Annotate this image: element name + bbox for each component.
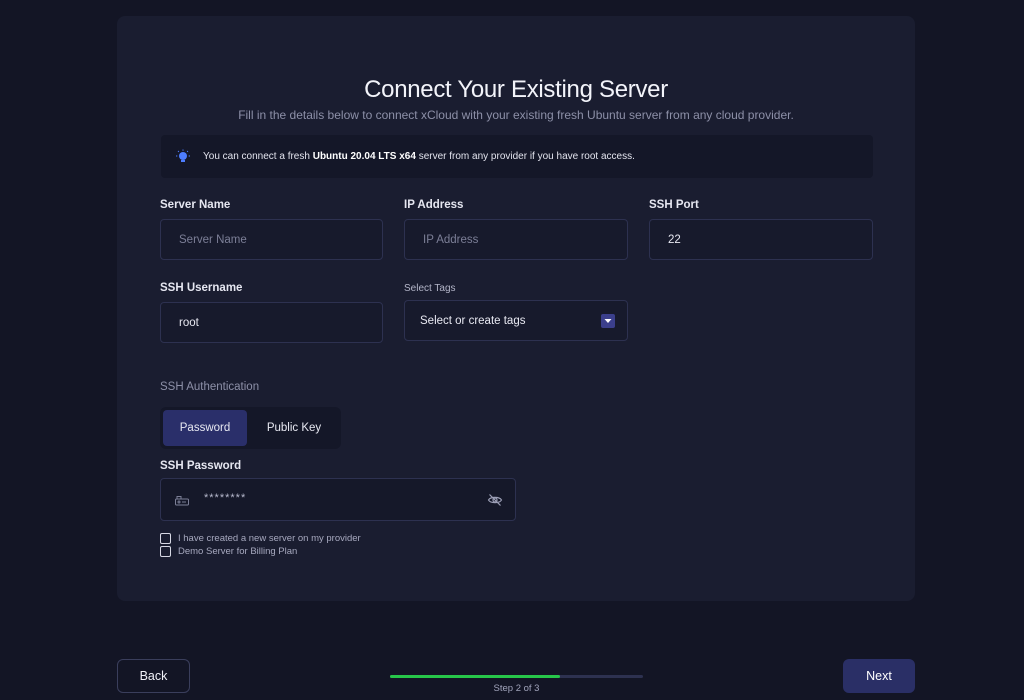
next-button[interactable]: Next (843, 659, 915, 693)
checkbox-box[interactable] (160, 546, 171, 557)
notice-text-bold: Ubuntu 20.04 LTS x64 (312, 151, 416, 162)
ssh-username-input[interactable]: root (160, 302, 383, 343)
ssh-auth-toggle: Password Public Key (160, 407, 341, 449)
ip-address-input[interactable]: IP Address (404, 219, 628, 260)
chevron-down-icon[interactable] (601, 314, 615, 328)
page-subtitle: Fill in the details below to connect xCl… (238, 108, 794, 122)
step-indicator: Step 2 of 3 (493, 683, 540, 694)
ssh-password-input[interactable]: ******** (160, 478, 516, 521)
ssh-password-value: ******** (204, 492, 247, 504)
auth-option-public-key[interactable]: Public Key (252, 410, 336, 446)
progress-fill (390, 675, 560, 678)
checkbox-box[interactable] (160, 533, 171, 544)
info-notice: You can connect a fresh Ubuntu 20.04 LTS… (161, 135, 873, 178)
ssh-port-value: 22 (668, 233, 681, 246)
checkbox-demo-server[interactable]: Demo Server for Billing Plan (160, 546, 297, 557)
server-name-placeholder: Server Name (179, 233, 247, 246)
checkbox-new-server-label: I have created a new server on my provid… (178, 533, 361, 544)
eye-off-icon[interactable] (487, 492, 503, 508)
ssh-port-input[interactable]: 22 (649, 219, 873, 260)
back-button[interactable]: Back (117, 659, 190, 693)
auth-option-password[interactable]: Password (163, 410, 247, 446)
checkbox-new-server[interactable]: I have created a new server on my provid… (160, 533, 361, 544)
server-name-label: Server Name (160, 199, 231, 211)
ssh-auth-label: SSH Authentication (160, 381, 260, 393)
ssh-username-label: SSH Username (160, 282, 243, 294)
ssh-username-value: root (179, 316, 199, 329)
tags-placeholder: Select or create tags (420, 314, 526, 327)
checkbox-demo-server-label: Demo Server for Billing Plan (178, 546, 298, 557)
ssh-password-label: SSH Password (160, 460, 242, 472)
ip-address-label: IP Address (404, 199, 464, 211)
key-icon (175, 496, 189, 506)
page-title: Connect Your Existing Server (364, 76, 668, 103)
progress-bar (390, 675, 643, 678)
lightbulb-icon (176, 149, 190, 162)
notice-text-after: server from any provider if you have roo… (418, 151, 635, 162)
tags-select[interactable]: Select or create tags (404, 300, 628, 341)
ip-address-placeholder: IP Address (423, 233, 479, 246)
ssh-port-label: SSH Port (649, 199, 699, 211)
notice-text-before: You can connect a fresh (203, 151, 310, 162)
server-name-input[interactable]: Server Name (160, 219, 383, 260)
connect-server-card: Connect Your Existing Server Fill in the… (117, 16, 915, 601)
select-tags-label: Select Tags (404, 283, 456, 294)
